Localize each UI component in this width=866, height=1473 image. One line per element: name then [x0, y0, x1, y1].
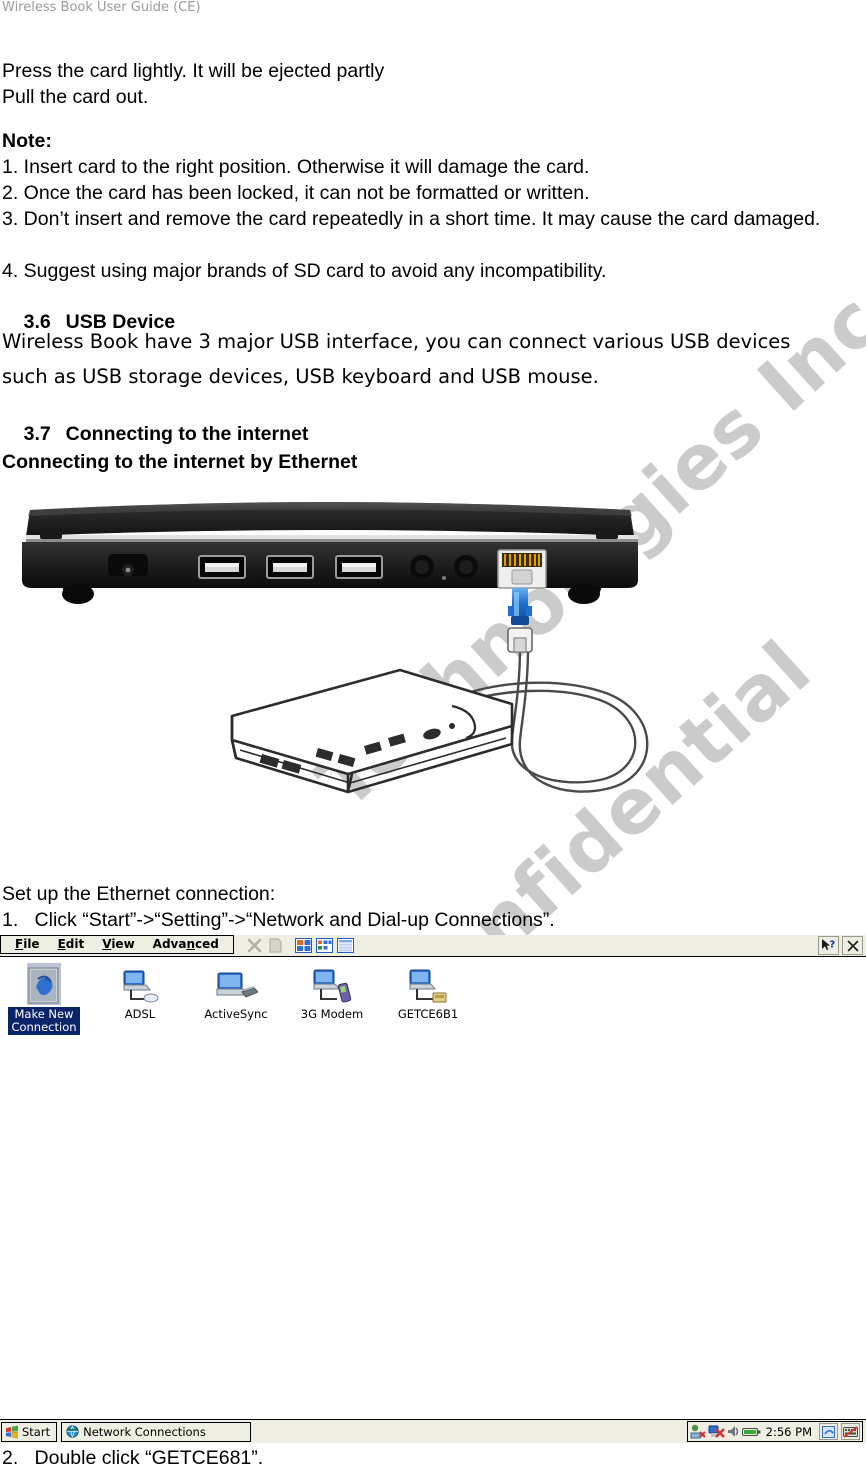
battery-icon[interactable] [741, 1425, 761, 1439]
windows-taskbar[interactable]: Start Network Connections 2:56 PM [0, 1419, 866, 1443]
activesync-icon [214, 963, 258, 1005]
close-icon [847, 940, 858, 951]
small-icons-view-button[interactable] [314, 936, 335, 955]
step-1-line: 1. Click “Start”->“Setting”->“Network an… [2, 908, 555, 933]
step-1-number: 1. [2, 909, 19, 931]
connection-label: Make New Connection [8, 1007, 80, 1035]
menu-bar: File Edit View Advanced [0, 935, 234, 954]
globe-icon [66, 1425, 79, 1438]
system-tray: 2:56 PM [686, 1421, 863, 1442]
audio-jack-2 [454, 555, 478, 579]
svg-text:?: ? [829, 940, 835, 951]
close-button[interactable] [842, 936, 863, 955]
running-header: Wireless Book User Guide (CE) [2, 0, 201, 15]
large-icons-icon [295, 938, 313, 953]
details-view-button[interactable] [335, 936, 356, 955]
task-button-label: Network Connections [83, 1424, 206, 1439]
usb-paragraph-line-2: such as USB storage devices, USB keyboar… [2, 365, 599, 388]
menu-file[interactable]: File [6, 936, 49, 953]
note-item-3: 3. Don’t insert and remove the card repe… [2, 208, 821, 230]
windows-flag-icon [6, 1425, 18, 1438]
task-button-list: Network Connections [61, 1421, 252, 1442]
step-1-text: Click “Start”->“Setting”->“Network and D… [34, 909, 555, 931]
step-2-number: 2. [2, 1447, 19, 1469]
menu-advanced[interactable]: Advanced [144, 936, 228, 953]
usb-port-1 [198, 555, 246, 579]
step-2-line: 2. Double click “GETCE681”. [2, 1447, 263, 1470]
window-control-buttons: ? [818, 935, 866, 956]
desktop-button[interactable] [819, 1423, 838, 1440]
usb-port-2 [266, 555, 314, 579]
connection-item-getce6b1[interactable]: GETCE6B1 [389, 963, 467, 1022]
modem-connection-icon [311, 963, 353, 1005]
heading-3-7-title: Connecting to the internet [65, 423, 309, 445]
keyboard-disabled-icon [843, 1425, 858, 1438]
network-error-icon[interactable] [690, 1424, 707, 1439]
connection-icons: Make New Connection ADSL ActiveSync 3G M… [0, 963, 866, 1035]
lan-connection-icon [407, 963, 449, 1005]
window-toolbar: File Edit View Advanced ? [0, 935, 866, 957]
start-button[interactable]: Start [1, 1421, 58, 1442]
connection-item-adsl[interactable]: ADSL [101, 963, 179, 1022]
toolbar-buttons [234, 935, 356, 956]
usb-port-3 [335, 555, 383, 579]
setup-ethernet-line: Set up the Ethernet connection: [2, 883, 276, 905]
audio-jack-1 [410, 555, 434, 579]
connection-label: ADSL [124, 1007, 156, 1021]
task-button-network-connections[interactable]: Network Connections [61, 1421, 252, 1442]
note-label: Note: [2, 130, 52, 152]
connection-item-3g-modem[interactable]: 3G Modem [293, 963, 371, 1022]
delete-button[interactable] [244, 936, 265, 955]
connection-label: GETCE6B1 [397, 1007, 459, 1021]
cable-plug-housing [507, 627, 533, 653]
power-jack-port [108, 554, 148, 576]
ethernet-router [230, 668, 514, 794]
start-button-label: Start [22, 1424, 51, 1439]
connection-item-make-new-connection[interactable]: Make New Connection [5, 963, 83, 1035]
heading-3-7-number: 3.7 [23, 423, 51, 445]
connection-label: 3G Modem [300, 1007, 364, 1021]
details-icon [337, 938, 355, 953]
menu-view[interactable]: View [93, 936, 143, 953]
new-connection-icon [27, 963, 61, 1005]
note-item-2: 2. Once the card has been locked, it can… [2, 182, 590, 204]
connections-list-area[interactable]: Make New Connection ADSL ActiveSync 3G M… [0, 957, 866, 1426]
laptop-rear-ports [22, 502, 638, 604]
tray-clock[interactable]: 2:56 PM [764, 1425, 816, 1439]
help-pointer-icon: ? [821, 939, 835, 951]
tray-icon-group [690, 1424, 761, 1439]
ethernet-setup-illustration [0, 488, 680, 868]
cable-plug-blue-connector [508, 588, 532, 625]
large-icons-view-button[interactable] [293, 936, 314, 955]
menu-edit[interactable]: Edit [49, 936, 94, 953]
step-2-text: Double click “GETCE681”. [34, 1447, 264, 1469]
x-icon [248, 938, 262, 953]
properties-button[interactable] [265, 936, 286, 955]
dialup-connection-icon [120, 963, 160, 1005]
note-item-1: 1. Insert card to the right position. Ot… [2, 156, 590, 178]
illustration-svg [22, 502, 649, 794]
paragraph-pull-card: Pull the card out. [2, 86, 149, 108]
paragraph-press-card: Press the card lightly. It will be eject… [2, 60, 385, 82]
connection-label: ActiveSync [204, 1007, 268, 1021]
keyboard-button[interactable] [841, 1423, 860, 1440]
connection-error-icon[interactable] [708, 1424, 725, 1439]
connection-item-activesync[interactable]: ActiveSync [197, 963, 275, 1022]
page-icon [269, 938, 282, 953]
volume-icon[interactable] [726, 1424, 741, 1439]
network-connections-window[interactable]: File Edit View Advanced ? Make New Conne… [0, 935, 866, 1426]
small-icons-icon [316, 938, 334, 953]
note-item-4: 4. Suggest using major brands of SD card… [2, 260, 607, 282]
ethernet-rj45-port [497, 549, 547, 589]
help-button[interactable]: ? [818, 936, 839, 955]
desktop-icon [822, 1425, 835, 1438]
subheading-ethernet: Connecting to the internet by Ethernet [2, 451, 358, 473]
